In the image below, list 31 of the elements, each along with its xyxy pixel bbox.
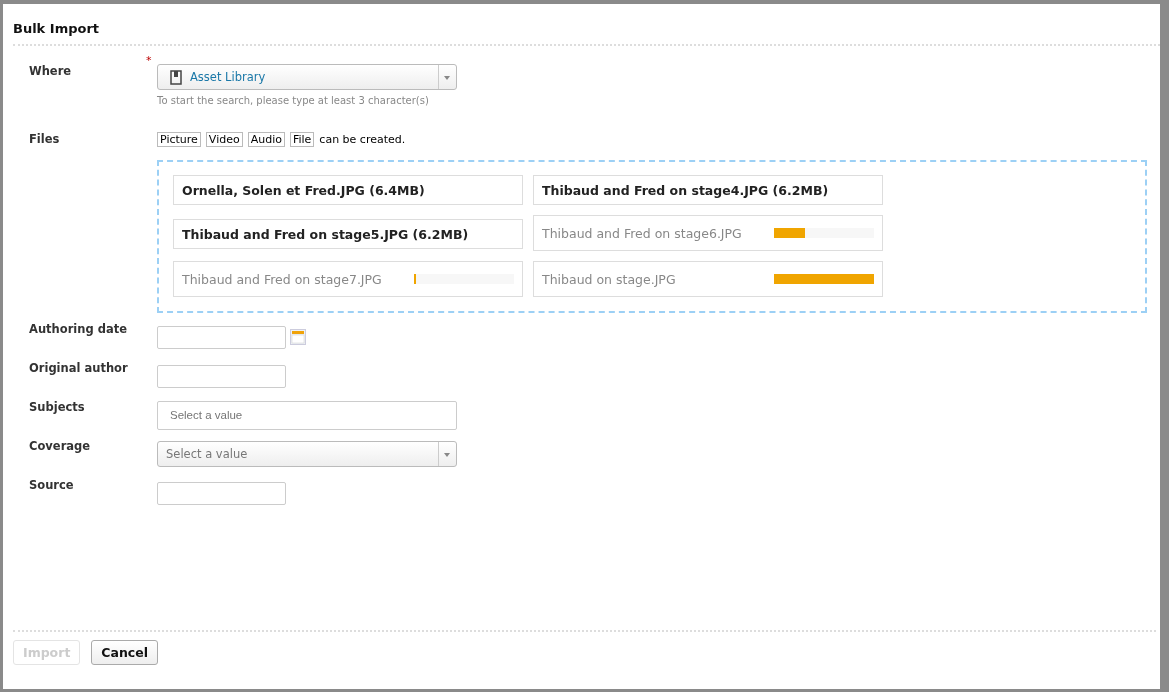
field-label: Where bbox=[29, 64, 73, 80]
location-select[interactable]: Asset Library bbox=[157, 64, 457, 90]
file-name: Thibaud and Fred on stage6.JPG bbox=[542, 225, 742, 241]
field-label: Authoring date bbox=[29, 322, 128, 338]
file-name: Thibaud and Fred on stage4.JPG (6.2MB) bbox=[542, 182, 829, 198]
field-label: Original author bbox=[29, 361, 129, 377]
file-type-tag: Video bbox=[205, 132, 243, 147]
date-input-field[interactable] bbox=[157, 325, 286, 349]
file-types-note: can be created. bbox=[319, 133, 406, 146]
book-icon bbox=[170, 69, 182, 85]
text-input-field[interactable] bbox=[157, 364, 286, 388]
file-type-tag: File bbox=[289, 132, 315, 147]
file-type-tag: Audio bbox=[247, 132, 285, 147]
field-label: Coverage bbox=[29, 439, 92, 455]
field-label: Subjects bbox=[29, 400, 86, 416]
drop-zone[interactable]: Ornella, Solen et Fred.JPG (6.4MB) Thibaud and Fred on stage4.JPG (6.2MB) Thibaud and Fred on stage5.JPG (6.2MB) Thibaud and Fred on stage6.JPG Thibaud and Fred on stage7.JPG Thibaud on stage.JPG bbox=[157, 160, 1147, 313]
file-type-tag: Picture bbox=[157, 132, 201, 147]
required-mark: * bbox=[146, 54, 152, 67]
file-name: Thibaud and Fred on stage7.JPG bbox=[182, 271, 382, 287]
field-label: Files bbox=[29, 132, 61, 147]
field-label: Source bbox=[29, 478, 75, 494]
file-name: Thibaud and Fred on stage5.JPG (6.2MB) bbox=[182, 226, 469, 242]
help-text: To start the search, please type at least 3 character(s) bbox=[157, 95, 430, 106]
multi-select-field[interactable]: Select a value bbox=[157, 400, 457, 430]
cancel-button[interactable]: Cancel bbox=[91, 640, 159, 665]
calendar-icon[interactable] bbox=[290, 329, 306, 345]
dropdown-select[interactable]: Select a value bbox=[157, 441, 457, 467]
text-input-field[interactable] bbox=[157, 481, 286, 505]
file-name: Ornella, Solen et Fred.JPG (6.4MB) bbox=[182, 182, 425, 198]
dialog-title: Bulk Import bbox=[13, 4, 1160, 46]
file-name: Thibaud on stage.JPG bbox=[542, 271, 676, 287]
